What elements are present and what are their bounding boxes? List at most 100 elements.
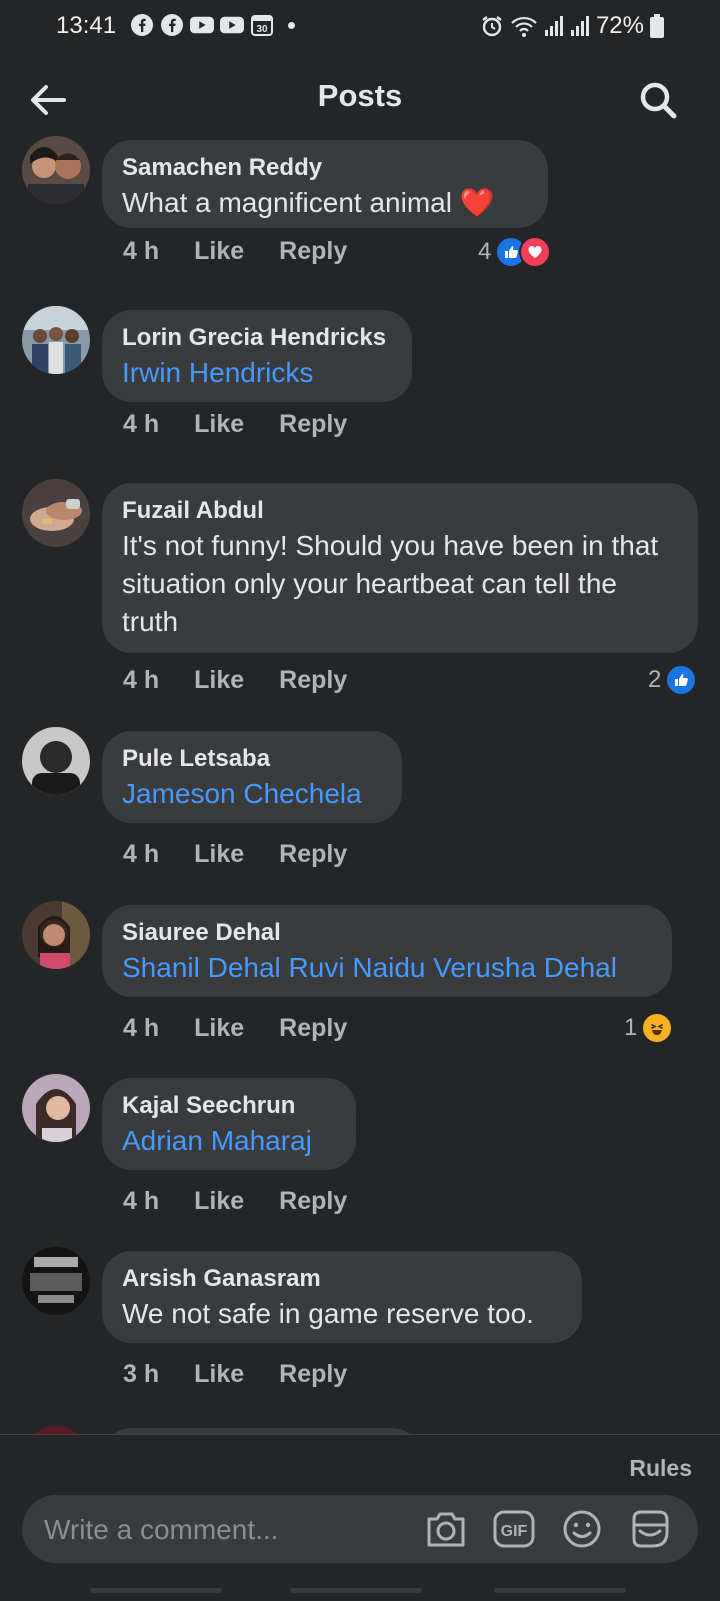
comment-bubble[interactable]: Fuzail Abdul It's not funny! Should you … (102, 483, 698, 653)
reaction-summary[interactable]: 1 (624, 1012, 674, 1044)
camera-icon[interactable] (424, 1509, 468, 1549)
comment-time: 4 h (123, 1014, 160, 1042)
youtube-icon (190, 13, 214, 37)
wifi-icon (511, 16, 537, 37)
gif-icon[interactable]: GIF (492, 1509, 536, 1549)
comment-actions: 4 h Like Reply (123, 1187, 382, 1216)
avatar[interactable] (22, 136, 90, 204)
like-button[interactable]: Like (194, 1360, 244, 1389)
comment-author[interactable]: Pule Letsaba (122, 743, 382, 775)
comment-actions: 4 h Like Reply (123, 237, 382, 266)
like-button[interactable]: Like (194, 237, 244, 266)
comment-author[interactable]: Siauree Dehal (122, 917, 652, 949)
reaction-summary[interactable]: 4 (478, 236, 552, 268)
comment-composer: Rules GIF (0, 1434, 720, 1601)
avatar[interactable] (22, 901, 90, 969)
reaction-count: 2 (648, 666, 662, 693)
comment-bubble[interactable]: Arsish Ganasram We not safe in game rese… (102, 1251, 582, 1343)
like-button[interactable]: Like (194, 1014, 244, 1043)
like-reaction-icon (665, 664, 698, 696)
comment-actions: 4 h Like Reply (123, 666, 382, 695)
search-button[interactable] (636, 78, 680, 122)
reply-button[interactable]: Reply (279, 1360, 347, 1389)
comment-author[interactable]: Fuzail Abdul (122, 495, 678, 527)
comment-actions: 3 h Like Reply (123, 1360, 382, 1389)
reaction-count: 1 (624, 1014, 638, 1041)
nav-back-indicator[interactable] (494, 1588, 626, 1593)
signal-icon (570, 16, 589, 36)
notification-icons: 30 (130, 13, 295, 37)
facebook-icon (130, 13, 154, 37)
love-reaction-icon (519, 236, 552, 268)
haha-reaction-icon (641, 1012, 674, 1044)
tagged-user-link[interactable]: Adrian Maharaj (122, 1122, 336, 1160)
reply-button[interactable]: Reply (279, 237, 347, 266)
emoji-icon[interactable] (560, 1509, 604, 1549)
comment-bubble[interactable]: Kajal Seechrun Adrian Maharaj (102, 1078, 356, 1170)
search-icon (640, 82, 677, 119)
battery-percent: 72% (595, 12, 644, 39)
comment-bubble[interactable]: Pule Letsaba Jameson Chechela (102, 731, 402, 823)
comment-time: 4 h (123, 410, 160, 438)
comment-author[interactable]: Samachen Reddy (122, 152, 528, 184)
reply-button[interactable]: Reply (279, 840, 347, 869)
comment-actions: 4 h Like Reply (123, 840, 382, 869)
comment-author[interactable]: Arsish Ganasram (122, 1263, 562, 1295)
signal-icon (544, 16, 563, 36)
comment-actions: 4 h Like Reply (123, 410, 382, 439)
system-navigation-bar (0, 1580, 720, 1600)
comment-text-body: What a magnificent animal (122, 187, 452, 218)
comment-bubble[interactable]: Siauree Dehal Shanil Dehal Ruvi Naidu Ve… (102, 905, 672, 997)
comment-box: GIF (22, 1495, 698, 1565)
alarm-icon (482, 16, 502, 37)
reply-button[interactable]: Reply (279, 1187, 347, 1216)
reaction-count: 4 (478, 238, 492, 265)
reply-button[interactable]: Reply (279, 666, 347, 695)
comment-author[interactable]: Kajal Seechrun (122, 1090, 336, 1122)
page-title: Posts (317, 78, 403, 113)
comment-author[interactable]: Lorin Grecia Hendricks (122, 322, 392, 354)
like-button[interactable]: Like (194, 840, 244, 869)
heart-emoji: ❤️ (459, 187, 495, 218)
nav-recents-indicator[interactable] (90, 1588, 222, 1593)
reaction-summary[interactable]: 2 (648, 664, 698, 696)
calendar-day-text: 30 (256, 24, 268, 35)
tagged-user-link[interactable]: Jameson Chechela (122, 775, 382, 813)
system-indicators: 72% (480, 12, 664, 40)
avatar[interactable] (22, 306, 90, 374)
tagged-user-link[interactable]: Shanil Dehal Ruvi Naidu Verusha Dehal (122, 949, 652, 987)
comment-time: 4 h (123, 666, 160, 694)
sticker-icon[interactable] (628, 1509, 672, 1549)
comment-time: 4 h (123, 237, 160, 265)
like-button[interactable]: Like (194, 1187, 244, 1216)
tagged-user-link[interactable]: Irwin Hendricks (122, 354, 392, 392)
avatar[interactable] (22, 1074, 90, 1142)
comment-actions: 4 h Like Reply (123, 1014, 382, 1043)
svg-text:GIF: GIF (501, 1523, 528, 1540)
comment-input[interactable] (42, 1495, 406, 1565)
like-button[interactable]: Like (194, 666, 244, 695)
avatar[interactable] (22, 479, 90, 547)
rules-link[interactable]: Rules (629, 1455, 692, 1482)
reply-button[interactable]: Reply (279, 410, 347, 439)
comment-time: 4 h (123, 840, 160, 868)
comment-text: What a magnificent animal ❤️ (122, 184, 528, 222)
notification-dot (288, 21, 295, 29)
comment-bubble[interactable]: Samachen Reddy What a magnificent animal… (102, 140, 548, 228)
nav-home-indicator[interactable] (290, 1588, 422, 1593)
app-header: Posts (0, 52, 720, 142)
calendar-icon: 30 (250, 13, 274, 37)
comment-bubble[interactable]: Lorin Grecia Hendricks Irwin Hendricks (102, 310, 412, 402)
avatar[interactable] (22, 1247, 90, 1315)
comment-text: It's not funny! Should you have been in … (122, 530, 659, 637)
comment-time: 4 h (123, 1187, 160, 1215)
comment-text: We not safe in game reserve too. (122, 1298, 534, 1329)
status-bar: 13:41 30 72% (0, 0, 720, 52)
battery-icon (650, 14, 664, 38)
avatar[interactable] (22, 727, 90, 795)
status-time: 13:41 (56, 12, 117, 39)
comment-time: 3 h (123, 1360, 160, 1388)
like-button[interactable]: Like (194, 410, 244, 439)
facebook-icon (160, 13, 184, 37)
reply-button[interactable]: Reply (279, 1014, 347, 1043)
